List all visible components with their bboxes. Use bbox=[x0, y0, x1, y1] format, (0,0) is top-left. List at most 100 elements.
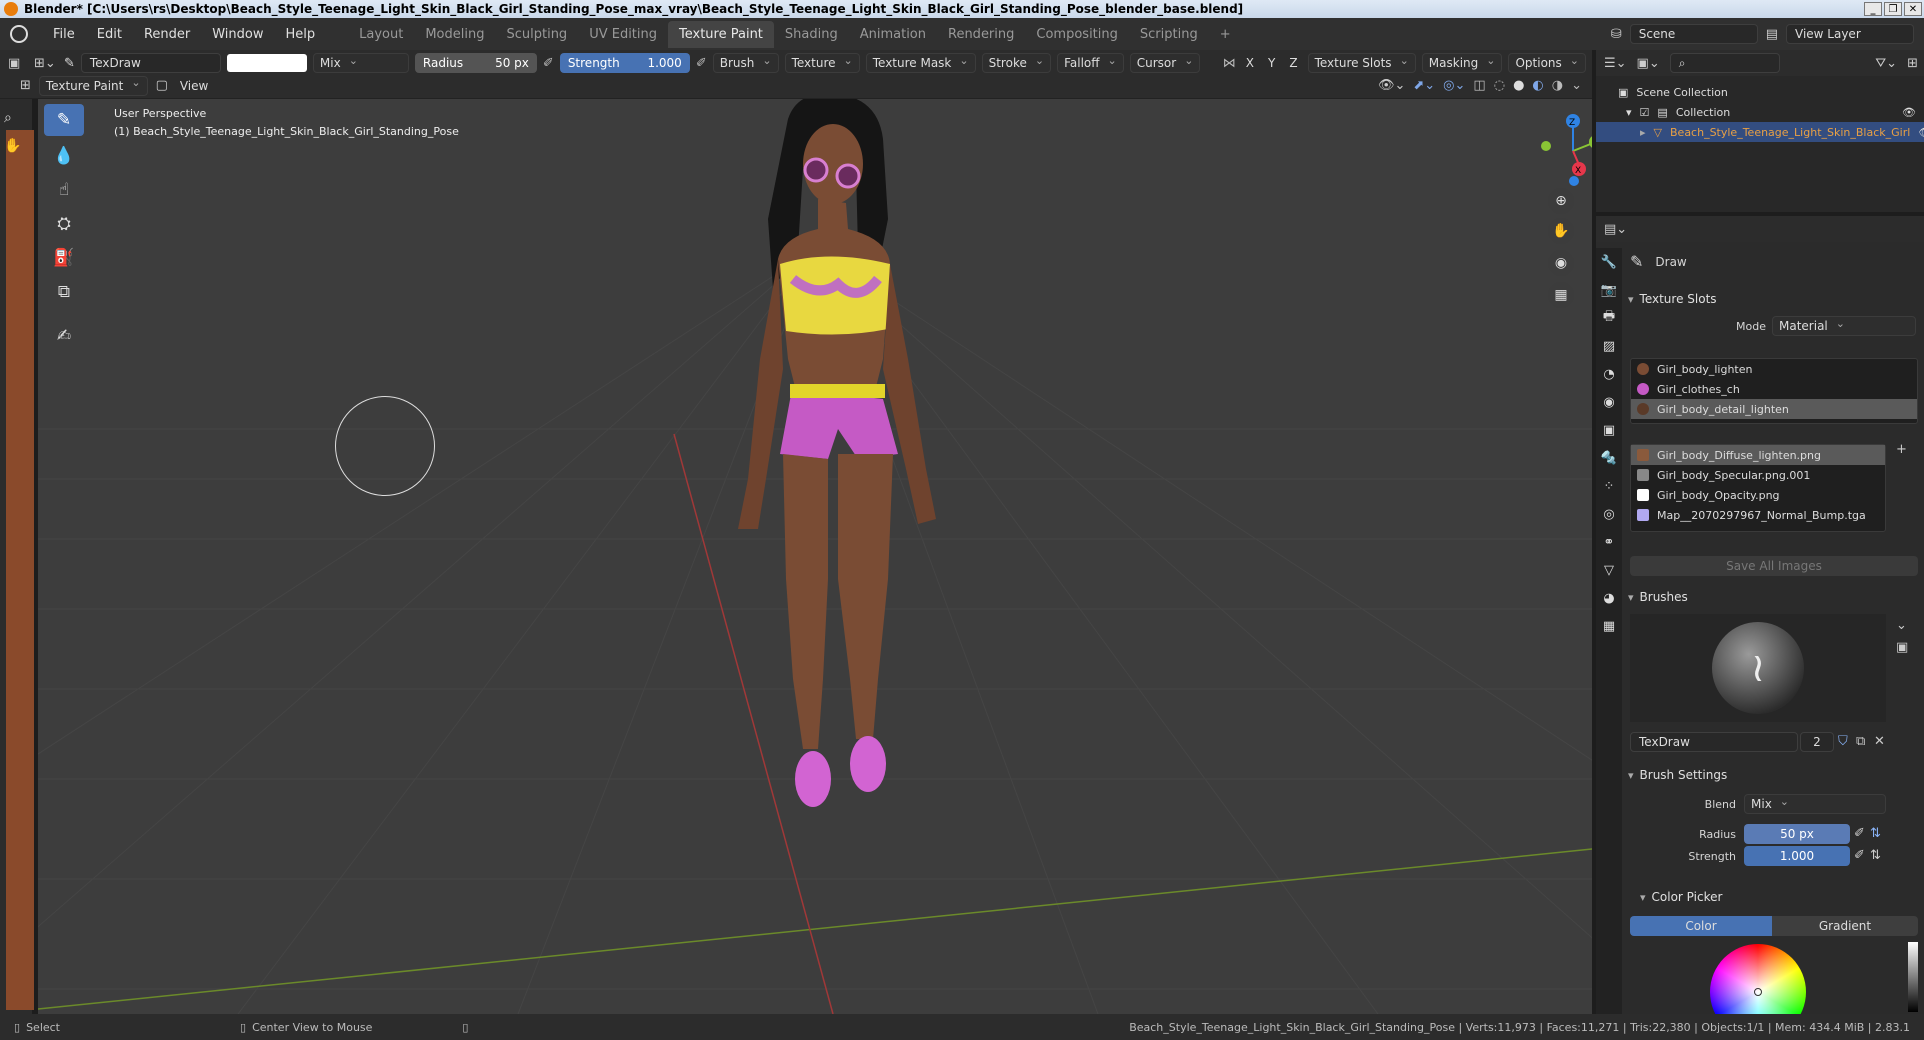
menu-help[interactable]: Help bbox=[275, 27, 327, 42]
image-slot-3[interactable]: Map__2070297967_Normal_Bump.tga bbox=[1631, 505, 1885, 525]
collection-eye-icon[interactable]: 👁 bbox=[1902, 106, 1916, 119]
gradient-tab[interactable]: Gradient bbox=[1772, 916, 1918, 936]
close-button[interactable]: ✕ bbox=[1904, 2, 1922, 16]
modifier-tab-icon[interactable]: 🔩 bbox=[1596, 444, 1622, 472]
physics-tab-icon[interactable]: ◎ bbox=[1596, 500, 1622, 528]
paint-mask-icon[interactable]: ▢ bbox=[156, 78, 168, 93]
constraints-tab-icon[interactable]: ⚭ bbox=[1596, 528, 1622, 556]
xray-icon[interactable]: ◫ bbox=[1473, 78, 1485, 93]
minimize-button[interactable]: _ bbox=[1864, 2, 1882, 16]
brush-users-count[interactable]: 2 bbox=[1800, 732, 1834, 752]
strength-pen-icon[interactable]: ✐ bbox=[1854, 848, 1865, 863]
navigation-gizmo[interactable]: Z Y X bbox=[1493, 103, 1592, 203]
render-tab-icon[interactable]: 📷 bbox=[1596, 276, 1622, 304]
material-slot-1[interactable]: Girl_clothes_ch bbox=[1631, 379, 1917, 399]
brush-menu[interactable]: Brush bbox=[712, 53, 779, 73]
pan-view-icon[interactable]: ✋ bbox=[1548, 218, 1574, 244]
color-tab[interactable]: Color bbox=[1630, 916, 1772, 936]
save-all-images-button[interactable]: Save All Images bbox=[1630, 556, 1918, 576]
radius-pressure-icon[interactable]: ✐ bbox=[543, 56, 554, 71]
material-slot-2[interactable]: Girl_body_detail_lighten bbox=[1631, 399, 1917, 419]
object-tab-icon[interactable]: ▣ bbox=[1596, 416, 1622, 444]
brush-datablock-name[interactable]: TexDraw bbox=[1630, 732, 1798, 752]
view-layer-field[interactable]: View Layer bbox=[1786, 24, 1914, 44]
brush-list-icon[interactable]: ⌄ bbox=[1896, 618, 1907, 633]
mask-tool-icon[interactable]: ⧉ bbox=[44, 276, 84, 308]
view-layer-icon[interactable]: ▤ bbox=[1766, 27, 1778, 42]
gizmo-toggle-icon[interactable]: ⬈⌄ bbox=[1413, 78, 1435, 93]
draw-tool-icon[interactable]: ✎ bbox=[44, 104, 84, 136]
tab-shading[interactable]: Shading bbox=[774, 21, 849, 48]
visibility-icon[interactable]: 👁⌄ bbox=[1378, 78, 1405, 93]
brush-name-field[interactable]: TexDraw bbox=[80, 53, 221, 73]
shading-options-icon[interactable]: ⌄ bbox=[1571, 78, 1582, 93]
scene-icon[interactable]: ⛁ bbox=[1611, 27, 1622, 42]
data-tab-icon[interactable]: ▽ bbox=[1596, 556, 1622, 584]
menu-window[interactable]: Window bbox=[201, 27, 274, 42]
world-tab-icon[interactable]: ◉ bbox=[1596, 388, 1622, 416]
tab-texture-paint[interactable]: Texture Paint bbox=[668, 20, 774, 48]
add-image-icon[interactable]: + bbox=[1896, 442, 1907, 457]
smear-tool-icon[interactable]: ☝ bbox=[44, 174, 84, 206]
cursor-menu[interactable]: Cursor bbox=[1129, 53, 1201, 73]
filter-icon[interactable]: ⛛⌄ bbox=[1875, 56, 1897, 71]
radius-pen-icon[interactable]: ✐ bbox=[1854, 826, 1865, 841]
fake-user-icon[interactable]: ⛉ bbox=[1838, 734, 1848, 749]
tab-compositing[interactable]: Compositing bbox=[1025, 21, 1129, 48]
menu-edit[interactable]: Edit bbox=[86, 27, 133, 42]
material-slot-0[interactable]: Girl_body_lighten bbox=[1631, 359, 1917, 379]
rendered-shading-icon[interactable]: ◑ bbox=[1552, 78, 1563, 93]
brush-preview[interactable]: ≀ bbox=[1630, 614, 1886, 722]
add-workspace-icon[interactable]: + bbox=[1209, 21, 1242, 48]
outliner-scene-collection[interactable]: ▣ Scene Collection bbox=[1596, 82, 1924, 102]
mode-dropdown[interactable]: Texture Paint bbox=[38, 75, 148, 96]
gizmo-neg-y[interactable] bbox=[1541, 141, 1551, 151]
brush-settings-header[interactable]: Brush Settings bbox=[1628, 768, 1728, 782]
camera-view-icon[interactable]: ◉ bbox=[1548, 250, 1574, 276]
tool-tab-icon[interactable]: 🔧 bbox=[1596, 248, 1622, 276]
color-picker-header[interactable]: Color Picker bbox=[1640, 890, 1723, 904]
outliner-object[interactable]: ▸ ▽ Beach_Style_Teenage_Light_Skin_Black_G… bbox=[1596, 122, 1924, 142]
scene-tab-icon[interactable]: ◔ bbox=[1596, 360, 1622, 388]
zoom-view-icon[interactable]: ⊕ bbox=[1548, 188, 1574, 214]
masking-menu[interactable]: Masking bbox=[1421, 53, 1503, 73]
brush-color-swatch[interactable] bbox=[226, 54, 307, 72]
view-menu[interactable]: View bbox=[176, 79, 212, 93]
tab-modeling[interactable]: Modeling bbox=[414, 21, 495, 48]
menu-render[interactable]: Render bbox=[133, 27, 201, 42]
clone-tool-icon[interactable]: ⛭ bbox=[44, 208, 84, 240]
properties-editor-icon[interactable]: ▤⌄ bbox=[1604, 222, 1627, 237]
strength-pressure-icon[interactable]: ✐ bbox=[696, 56, 707, 71]
ortho-toggle-icon[interactable]: ▦ bbox=[1548, 282, 1574, 308]
wireframe-shading-icon[interactable]: ◌ bbox=[1494, 78, 1505, 93]
output-tab-icon[interactable]: 🖶 bbox=[1596, 304, 1622, 332]
radius-slider[interactable]: Radius 50 px bbox=[414, 53, 537, 73]
material-shading-icon[interactable]: ◐ bbox=[1532, 78, 1543, 93]
color-wheel-cursor[interactable] bbox=[1754, 988, 1762, 996]
collapse-arrow-icon[interactable]: ▸ bbox=[1640, 126, 1646, 139]
radius-unit-icon[interactable]: ⇅ bbox=[1870, 826, 1881, 841]
new-collection-icon[interactable]: ⊞ bbox=[1907, 56, 1918, 71]
soften-tool-icon[interactable]: 💧 bbox=[44, 140, 84, 172]
expand-arrow-icon[interactable]: ▾ bbox=[1626, 106, 1632, 119]
slot-mode-dropdown[interactable]: Material bbox=[1772, 316, 1916, 336]
prop-strength-slider[interactable]: 1.000 bbox=[1744, 846, 1850, 866]
material-tab-icon[interactable]: ◕ bbox=[1596, 584, 1622, 612]
outliner-search-input[interactable]: ⌕ bbox=[1669, 53, 1780, 73]
blend-mode-dropdown[interactable]: Mix bbox=[1744, 794, 1886, 814]
duplicate-brush-icon[interactable]: ⧉ bbox=[1856, 734, 1865, 749]
blender-menu-icon[interactable] bbox=[10, 25, 28, 43]
axis-z-toggle[interactable]: Z bbox=[1285, 56, 1301, 70]
image-slot-1[interactable]: Girl_body_Specular.png.001 bbox=[1631, 465, 1885, 485]
texture-slots-header[interactable]: Texture Slots bbox=[1628, 292, 1717, 306]
options-menu[interactable]: Options bbox=[1508, 53, 1586, 73]
hand-icon[interactable]: ✋ bbox=[4, 138, 21, 154]
blend-dropdown[interactable]: Mix bbox=[312, 53, 409, 73]
tab-rendering[interactable]: Rendering bbox=[937, 21, 1025, 48]
texture-slots-menu[interactable]: Texture Slots bbox=[1307, 53, 1416, 73]
image-slot-2[interactable]: Girl_body_Opacity.png bbox=[1631, 485, 1885, 505]
axis-y-toggle[interactable]: Y bbox=[1264, 56, 1279, 70]
annotate-tool-icon[interactable]: ✍ bbox=[44, 320, 84, 352]
mirror-icon[interactable]: ⋈ bbox=[1223, 56, 1236, 71]
value-slider[interactable] bbox=[1908, 942, 1918, 1012]
